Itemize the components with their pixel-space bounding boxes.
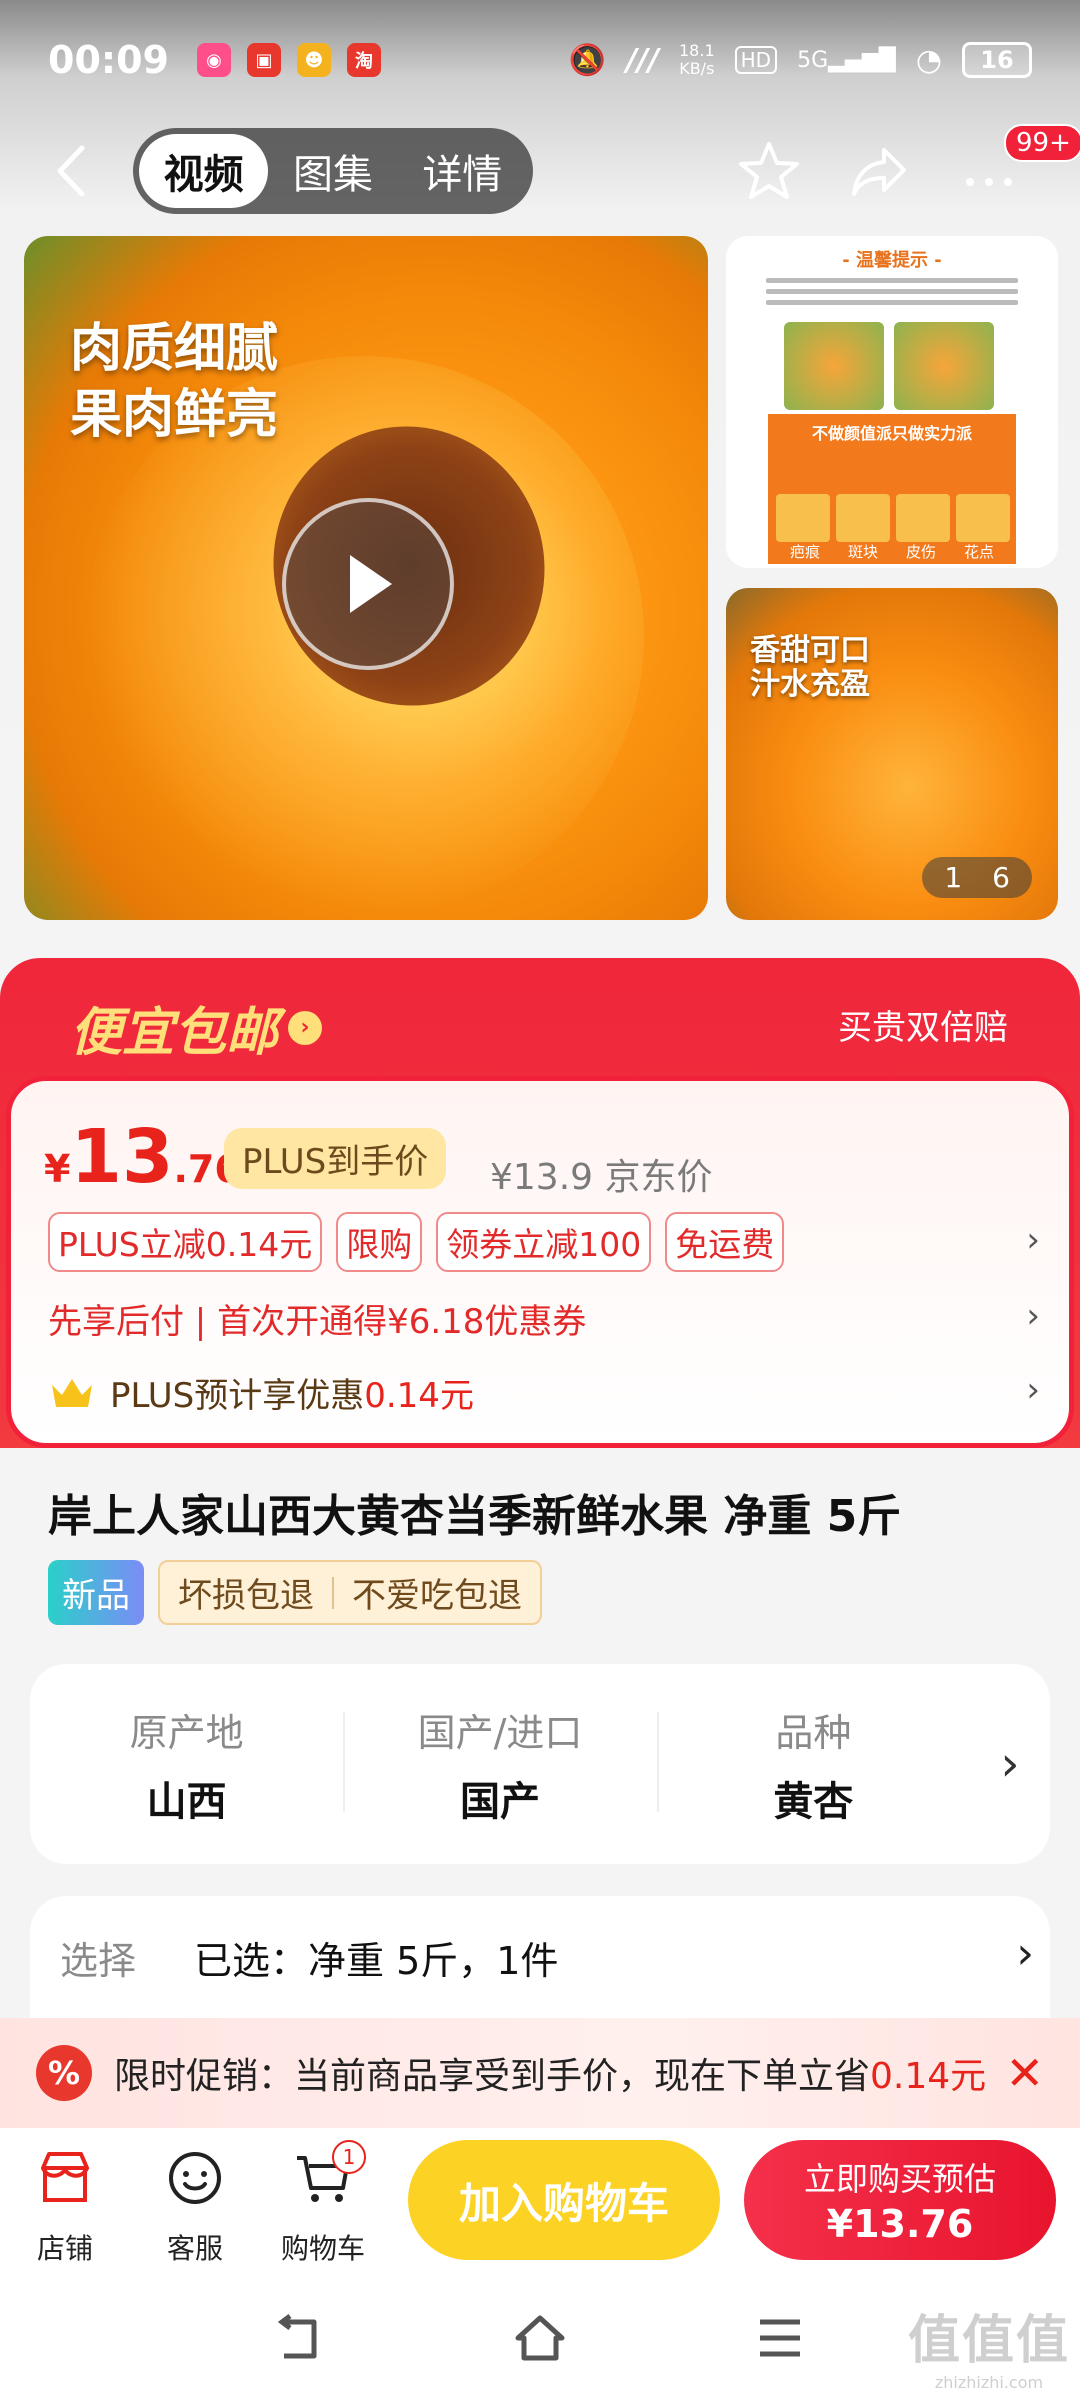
shop-icon [41,2152,89,2202]
discount-tag: 领券立减100 [436,1212,652,1272]
status-bar: 00:09 ◉ ▣ ☻ 淘 🔕 /// 18.1 KB/s HD 5G▂▄▆█ … [0,0,1080,120]
current-price: ¥ 13 .76 [44,1114,241,1200]
mute-icon: 🔕 [568,42,607,78]
chevron-right-icon[interactable]: › [1026,1220,1040,1260]
gallery-thumbnail-tips[interactable]: - 温馨提示 - 不做颜值派只做实力派 疤痕 斑块 皮伤 花点 [726,236,1058,568]
thumb-images [784,322,994,410]
cart-count-badge: 1 [332,2140,366,2174]
discount-tag: PLUS立减0.14元 [48,1212,323,1272]
signal-icon: 5G▂▄▆█ [797,47,896,73]
price-guarantee-text: 买贵双倍赔 [838,1008,1008,1048]
service-chat-icon [169,2152,221,2204]
discount-percent-icon: % [36,2045,92,2101]
tab-details[interactable]: 详情 [398,134,527,208]
pay-later-promo[interactable]: 先享后付 | 首次开通得¥6.18优惠券 [48,1294,586,1343]
product-title: 岸上人家山西大黄杏当季新鲜水果 净重 5斤 [48,1491,902,1542]
back-arrow-icon[interactable] [52,142,92,200]
attribute-variety: 品种 黄杏 [656,1702,970,1827]
system-menu-icon[interactable] [752,2310,808,2366]
system-back-icon[interactable] [270,2310,326,2366]
guarantee-badge[interactable]: 坏损包退 不爱吃包退 [158,1560,542,1625]
attribute-origin: 原产地 山西 [129,1710,244,1825]
system-nav-bar: 值值值 zhizhizhi.com [0,2278,1080,2400]
attribute-import: 国产/进口 国产 [343,1702,656,1827]
play-button[interactable] [282,498,454,670]
shop-button[interactable]: 店铺 [10,2146,120,2267]
thumb-title: - 温馨提示 - [842,250,942,271]
buy-now-button[interactable]: 立即购买预估 ¥13.76 [744,2140,1056,2260]
cart-button[interactable]: 1 购物车 [268,2140,378,2267]
discount-tag: 免运费 [665,1212,785,1272]
plus-savings[interactable]: PLUS预计享优惠0.14元 [48,1368,474,1417]
select-label: 选择 [60,1939,137,1983]
selected-spec: 已选：净重 5斤，1件 [194,1939,559,1983]
message-count-badge: 99+ [1004,124,1080,162]
product-attributes[interactable]: 原产地 山西 国产/进口 国产 品种 黄杏 › [30,1664,1050,1864]
customer-service-button[interactable]: 客服 [140,2146,250,2267]
chevron-right-icon: › [288,1010,323,1045]
discount-tag: 限购 [336,1212,423,1272]
thumb-banner: 不做颜值派只做实力派 疤痕 斑块 皮伤 花点 [768,414,1016,564]
promo-title[interactable]: 便宜包邮 › [70,990,323,1065]
crown-icon [52,1378,92,1407]
battery-icon: 16 [962,42,1032,78]
tab-video[interactable]: 视频 [139,134,269,208]
favorite-star-icon[interactable] [736,138,802,204]
share-icon[interactable] [846,138,912,204]
top-nav: 视频 图集 详情 [0,128,1080,214]
thumb-overlay-text: 香甜可口 汁水充盈 [750,633,870,702]
chevron-right-icon[interactable]: › [1016,1928,1034,1979]
chevron-right-icon[interactable]: › [970,1736,1050,1792]
discount-tags[interactable]: PLUS立减0.14元 限购 领券立减100 免运费 [48,1212,785,1272]
app-notification-icon: ▣ [246,43,281,77]
main-video-preview[interactable]: 肉质细腻 果肉鲜亮 [24,236,708,920]
gallery-thumbnail-apricot[interactable]: 香甜可口 汁水充盈 1 6 [726,588,1058,920]
chevron-right-icon[interactable]: › [1026,1296,1040,1336]
site-watermark: 值值值 zhizhizhi.com [907,2311,1070,2392]
product-tags: 新品 坏损包退 不爱吃包退 [48,1560,542,1625]
thumb-text-lines [766,278,1018,311]
jd-price: ¥13.9 京东价 [490,1157,713,1198]
app-notification-icon: ☻ [296,43,331,77]
play-icon [350,555,392,613]
status-time: 00:09 [48,38,169,82]
media-tab-group: 视频 图集 详情 [133,128,533,214]
chevron-right-icon[interactable]: › [1026,1370,1040,1410]
video-overlay-text: 肉质细腻 果肉鲜亮 [70,319,279,445]
net-speed: 18.1 KB/s [679,41,715,78]
system-home-icon[interactable] [512,2310,568,2366]
taobao-notification-icon: 淘 [346,43,381,77]
tab-gallery[interactable]: 图集 [268,134,397,208]
nfc-icon: /// [626,42,659,78]
gallery-page-indicator: 1 6 [922,857,1032,898]
add-to-cart-button[interactable]: 加入购物车 [408,2140,720,2260]
close-icon[interactable]: ✕ [1005,2046,1044,2100]
promo-strip-text: 限时促销：当前商品享受到手价，现在下单立省0.14元 [114,2056,987,2097]
app-notification-icon: ◉ [196,43,231,77]
wifi-icon: ◔ [915,42,942,78]
limited-promo-strip: % 限时促销：当前商品享受到手价，现在下单立省0.14元 ✕ [0,2018,1080,2128]
hd-icon: HD [734,46,778,74]
new-product-badge: 新品 [48,1560,144,1625]
plus-price-tag: PLUS到手价 [224,1128,447,1189]
